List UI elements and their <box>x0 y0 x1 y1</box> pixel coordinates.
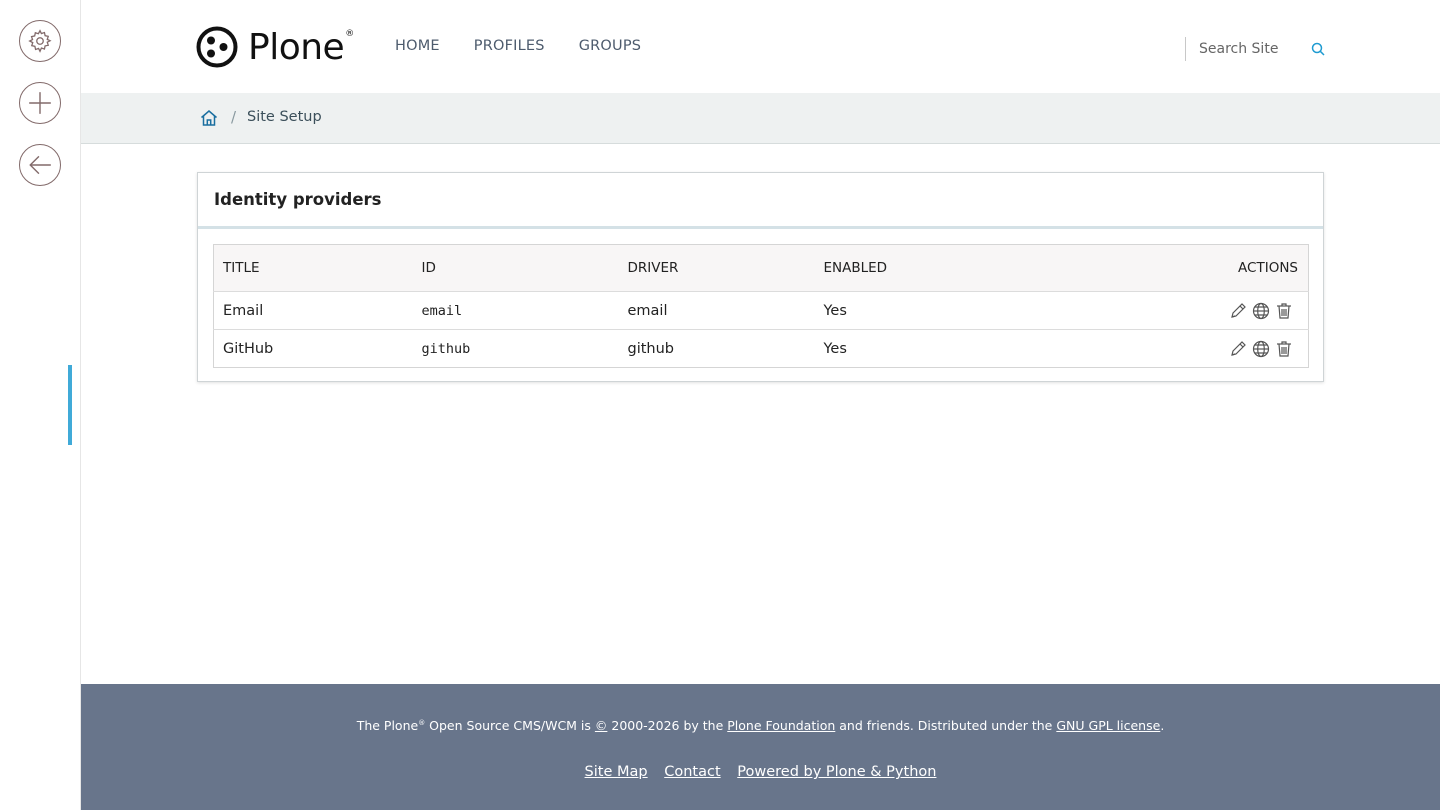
logo-registered-mark: ® <box>345 29 355 39</box>
footer-link-contact[interactable]: Contact <box>664 764 720 780</box>
cell-enabled: Yes <box>814 329 1015 368</box>
card-title: Identity providers <box>214 190 382 209</box>
toolbar-resize-handle[interactable] <box>68 365 72 445</box>
plus-icon <box>29 92 51 114</box>
gpl-license-link[interactable]: GNU GPL license <box>1056 718 1160 733</box>
footer-text: The Plone <box>356 718 419 733</box>
main-navigation: HOME PROFILES GROUPS <box>395 38 675 54</box>
plone-foundation-link[interactable]: Plone Foundation <box>727 718 835 733</box>
table-row: Email email email Yes <box>214 292 1309 330</box>
search-icon <box>1311 42 1325 56</box>
cell-enabled: Yes <box>823 302 847 319</box>
footer-link-powered-by[interactable]: Powered by Plone & Python <box>737 764 936 780</box>
column-header-title: TITLE <box>213 244 413 292</box>
providers-table: TITLE ID DRIVER ENABLED ACTIONS Email em… <box>213 244 1309 368</box>
search-box <box>1185 37 1327 61</box>
cell-actions <box>1014 329 1309 368</box>
cell-title: Email <box>223 302 264 319</box>
header: Plone ® HOME PROFILES GROUPS <box>81 0 1440 93</box>
table-header-row: TITLE ID DRIVER ENABLED ACTIONS <box>213 244 1309 292</box>
plone-logo-icon <box>196 26 238 68</box>
arrow-left-icon <box>29 155 51 175</box>
card-header: Identity providers <box>198 173 1323 229</box>
cell-id: email <box>421 302 463 319</box>
column-header-enabled: ENABLED <box>814 244 1015 292</box>
back-button[interactable] <box>19 144 61 186</box>
breadcrumb: / Site Setup <box>81 93 1440 144</box>
home-icon[interactable] <box>199 108 219 128</box>
footer-link-site-map[interactable]: Site Map <box>585 764 648 780</box>
nav-profiles[interactable]: PROFILES <box>474 38 545 54</box>
globe-icon[interactable] <box>1251 339 1271 359</box>
globe-icon[interactable] <box>1251 301 1271 321</box>
cell-id: github <box>412 329 619 368</box>
add-button[interactable] <box>19 82 61 124</box>
column-header-actions: ACTIONS <box>1014 244 1309 292</box>
nav-groups[interactable]: GROUPS <box>579 38 642 54</box>
footer-copyright: The Plone® Open Source CMS/WCM is © 2000… <box>81 718 1440 733</box>
settings-button[interactable] <box>19 20 61 62</box>
identity-providers-card: Identity providers TITLE ID DRIVER ENABL… <box>197 172 1324 382</box>
site-logo[interactable]: Plone ® <box>196 25 354 69</box>
footer-text: . <box>1160 718 1165 733</box>
column-header-id: ID <box>412 244 619 292</box>
logo-text: Plone <box>248 26 345 68</box>
cell-title: GitHub <box>213 329 413 368</box>
breadcrumb-separator: / <box>231 108 237 126</box>
search-input[interactable] <box>1199 41 1304 57</box>
cell-driver: email <box>627 302 668 319</box>
footer-text: 2000-2026 by the <box>607 718 728 733</box>
footer-text: and friends. Distributed under the <box>835 718 1057 733</box>
table-row: GitHub github github Yes <box>213 329 1309 368</box>
copyright-link[interactable]: © <box>595 718 608 733</box>
nav-home[interactable]: HOME <box>395 38 440 54</box>
column-header-driver: DRIVER <box>618 244 815 292</box>
cell-driver: github <box>618 329 815 368</box>
footer-links: Site Map Contact Powered by Plone & Pyth… <box>81 764 1440 780</box>
footer: The Plone® Open Source CMS/WCM is © 2000… <box>81 684 1440 810</box>
footer-text: Open Source CMS/WCM is <box>425 718 595 733</box>
breadcrumb-site-setup[interactable]: Site Setup <box>247 109 322 125</box>
trash-icon[interactable] <box>1274 301 1294 321</box>
pencil-icon[interactable] <box>1228 339 1248 359</box>
trash-icon[interactable] <box>1274 339 1294 359</box>
gear-icon <box>28 29 52 53</box>
search-button[interactable] <box>1309 40 1327 58</box>
toolbar <box>0 0 81 810</box>
cell-actions <box>1015 292 1309 330</box>
pencil-icon[interactable] <box>1228 301 1248 321</box>
